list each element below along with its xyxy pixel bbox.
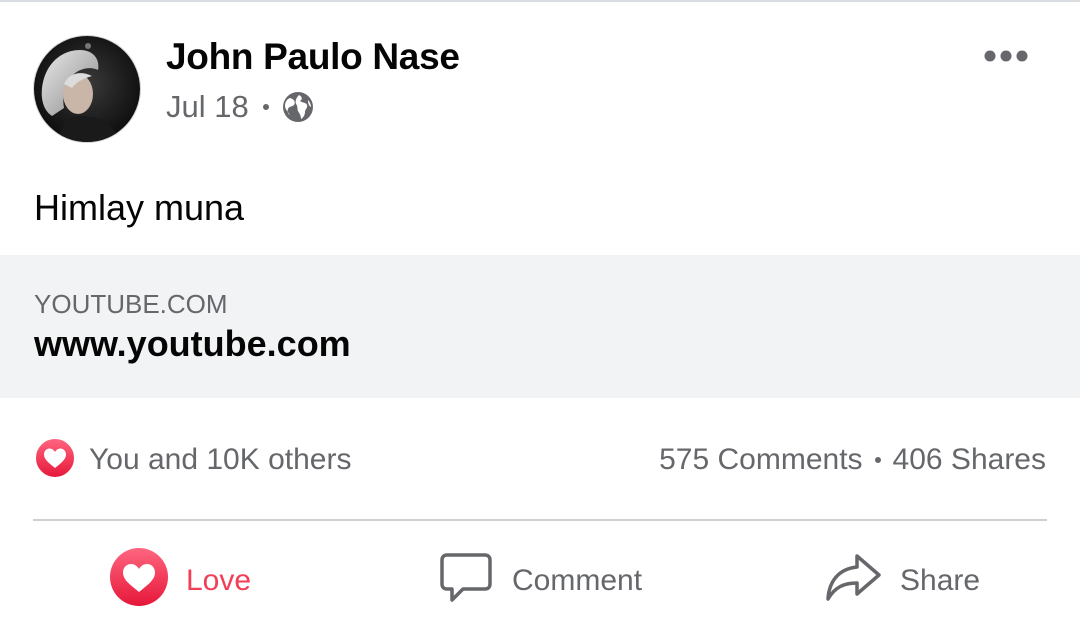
love-button[interactable]: Love [108, 546, 251, 616]
link-preview[interactable]: YOUTUBE.COM www.youtube.com [0, 255, 1080, 398]
counts-separator [874, 457, 881, 463]
author-name[interactable]: John Paulo Nase [166, 35, 460, 79]
post-meta: Jul 18 [166, 87, 315, 127]
comment-button[interactable]: Comment [438, 546, 642, 616]
share-icon [824, 549, 882, 613]
love-reaction-icon [33, 436, 77, 485]
share-button[interactable]: Share [824, 546, 980, 616]
reactions-text: You and 10K others [89, 443, 352, 476]
engagement-counts: 575 Comments 406 Shares [659, 438, 1046, 482]
link-domain: YOUTUBE.COM [34, 289, 228, 319]
shares-count[interactable]: 406 Shares [893, 443, 1046, 477]
more-options-icon[interactable] [978, 38, 1034, 74]
comment-icon [438, 549, 494, 613]
post-text: Himlay muna [34, 187, 245, 228]
love-icon [108, 546, 170, 616]
author-avatar[interactable] [33, 35, 141, 143]
actions-divider [33, 519, 1047, 521]
globe-icon[interactable] [281, 90, 315, 124]
reactions-summary[interactable]: You and 10K others [33, 436, 352, 485]
share-label: Share [900, 564, 981, 597]
post-date[interactable]: Jul 18 [166, 89, 249, 125]
link-title[interactable]: www.youtube.com [34, 323, 351, 365]
comment-label: Comment [512, 564, 643, 597]
meta-separator [262, 104, 269, 110]
top-divider [0, 0, 1080, 2]
comments-count[interactable]: 575 Comments [659, 443, 862, 477]
love-label: Love [186, 564, 252, 597]
